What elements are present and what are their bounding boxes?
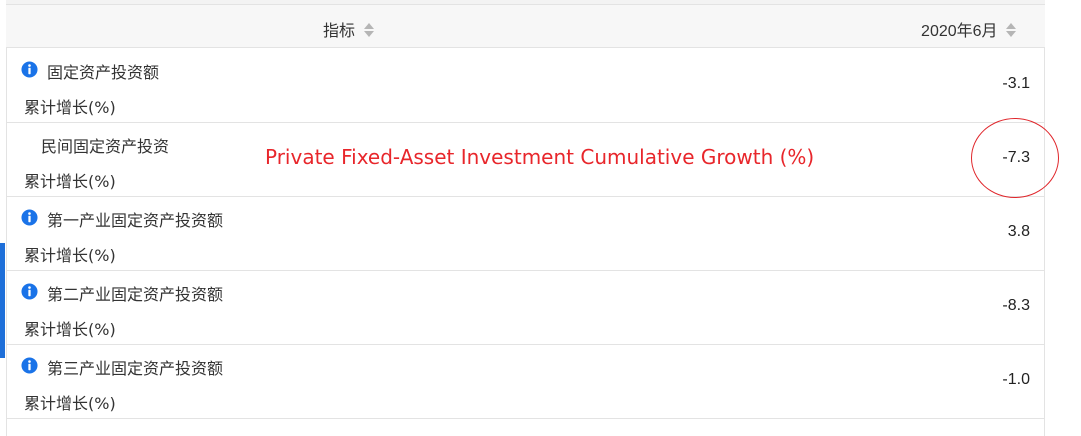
indicator-unit: 累计增长(%) <box>24 172 116 191</box>
column-header-indicator[interactable]: 指标 <box>323 17 375 41</box>
indicator-value: 3.8 <box>1007 223 1030 240</box>
indicator-name: 固定资产投资额 <box>47 63 160 82</box>
sort-arrows-icon[interactable] <box>1005 22 1016 38</box>
indicator-value: -8.3 <box>1002 297 1030 314</box>
indicator-name: 第三产业固定资产投资额 <box>47 359 224 378</box>
table-row: 第一产业固定资产投资额 累计增长(%) 3.8 <box>6 197 1045 271</box>
indicator-unit: 累计增长(%) <box>24 98 116 117</box>
sort-arrows-icon[interactable] <box>363 22 375 38</box>
indicator-name: 第一产业固定资产投资额 <box>47 211 224 230</box>
info-circle-icon[interactable] <box>21 357 38 374</box>
column-header-date-label: 2020年6月 <box>921 23 998 40</box>
column-header-date[interactable]: 2020年6月 <box>921 17 1016 41</box>
annotation-circle <box>971 118 1059 198</box>
indicator-name: 第二产业固定资产投资额 <box>47 285 224 304</box>
info-circle-icon[interactable] <box>21 209 38 226</box>
table-row: 第二产业固定资产投资额 累计增长(%) -8.3 <box>6 271 1045 345</box>
table-row: 第三产业固定资产投资额 累计增长(%) -1.0 <box>6 345 1045 419</box>
page-scrollbar[interactable] <box>1068 0 1081 436</box>
info-circle-icon[interactable] <box>21 61 38 78</box>
indicator-unit: 累计增长(%) <box>24 394 116 413</box>
column-header-indicator-label: 指标 <box>323 21 356 40</box>
table-header: 指标 2020年6月 <box>6 5 1045 48</box>
indicator-value: -3.1 <box>1002 75 1030 92</box>
indicator-unit: 累计增长(%) <box>24 320 116 339</box>
indicator-value: -1.0 <box>1002 371 1030 388</box>
annotation-text: Private Fixed-Asset Investment Cumulativ… <box>265 145 815 169</box>
indicator-unit: 累计增长(%) <box>24 246 116 265</box>
left-accent-bar <box>0 243 5 358</box>
indicator-name: 民间固定资产投资 <box>41 137 170 156</box>
info-circle-icon[interactable] <box>21 283 38 300</box>
table-row: 固定资产投资额 累计增长(%) -3.1 <box>6 49 1045 123</box>
